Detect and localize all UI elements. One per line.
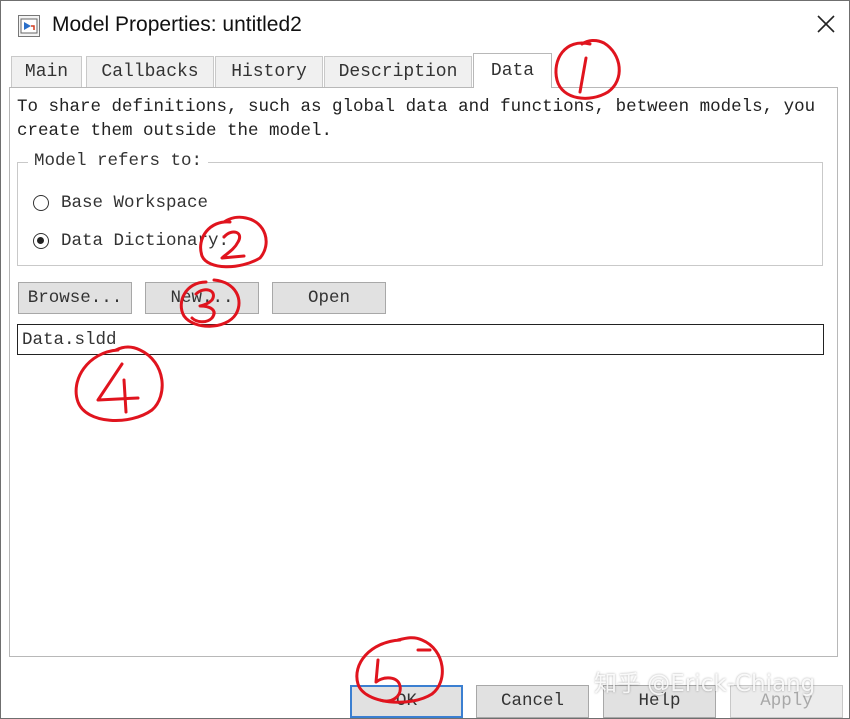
group-label: Model refers to: [28,151,209,171]
window-title: Model Properties: untitled2 [52,13,302,36]
simulink-model-icon [18,15,40,37]
cancel-button[interactable]: Cancel [476,685,589,718]
new-button[interactable]: New... [145,282,259,314]
tab-callbacks[interactable]: Callbacks [86,56,214,87]
open-button[interactable]: Open [272,282,386,314]
info-line-2: create them outside the model. [17,121,333,141]
title-bar: Model Properties: untitled2 [1,1,849,51]
dictionary-file-field[interactable] [17,324,824,355]
tab-main[interactable]: Main [11,56,82,87]
radio-button[interactable] [33,195,49,211]
tab-data[interactable]: Data [473,53,552,88]
radio-button-selected[interactable] [33,233,49,249]
close-icon [817,15,835,33]
ok-button[interactable]: OK [350,685,463,718]
browse-button[interactable]: Browse... [18,282,132,314]
close-button[interactable] [809,7,843,41]
info-line-1: To share definitions, such as global dat… [17,97,816,117]
radio-base-workspace[interactable]: Base Workspace [33,193,208,213]
tab-description[interactable]: Description [324,56,472,87]
radio-label: Data Dictionary: [61,231,230,251]
radio-data-dictionary[interactable]: Data Dictionary: [33,231,229,251]
tab-history[interactable]: History [215,56,323,87]
info-text: To share definitions, such as global dat… [17,95,815,143]
radio-label: Base Workspace [61,193,209,213]
zhihu-watermark: 知乎 @Erick-Chiang [594,671,816,697]
